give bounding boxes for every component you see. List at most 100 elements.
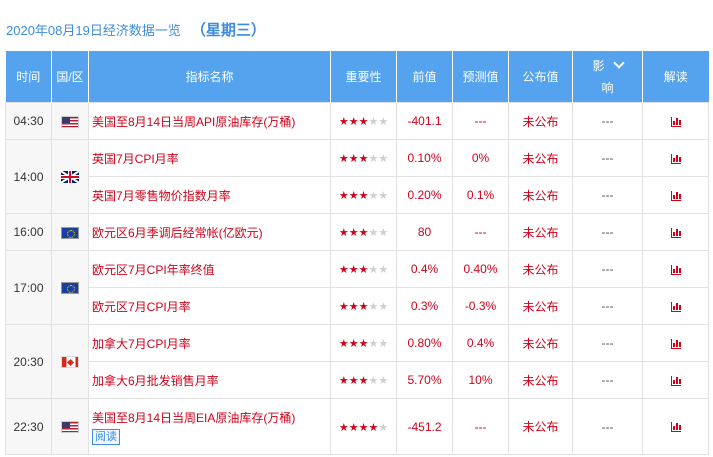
chart-icon[interactable]	[670, 422, 681, 433]
col-importance: 重要性	[330, 51, 397, 103]
chevron-down-icon[interactable]	[612, 56, 625, 69]
star-empty-icon: ★	[378, 153, 389, 165]
chart-icon[interactable]	[670, 375, 681, 386]
star-filled-icon: ★	[358, 301, 369, 313]
indicator-name[interactable]: 欧元区7月CPI月率	[88, 287, 331, 325]
impact-label-bottom: 响	[601, 80, 614, 95]
star-filled-icon: ★	[348, 153, 359, 165]
time-cell: 16:00	[5, 213, 52, 251]
chart-icon[interactable]	[670, 338, 681, 349]
indicator-name[interactable]: 加拿大6月批发销售月率	[88, 361, 331, 399]
impact-value: ---	[572, 250, 643, 288]
indicator-name[interactable]: 欧元区7月CPI年率终值	[88, 250, 331, 288]
weekday-label: （星期三）	[190, 22, 266, 39]
chart-icon[interactable]	[670, 227, 681, 238]
chart-icon[interactable]	[670, 264, 681, 275]
star-filled-icon: ★	[348, 375, 359, 387]
col-region: 国/区	[51, 51, 89, 103]
time-cell: 04:30	[5, 102, 52, 140]
star-empty-icon: ★	[378, 338, 389, 350]
importance-stars: ★★★★★	[330, 176, 397, 214]
table-row[interactable]: 英国7月零售物价指数月率 ★★★★★ 0.20% 0.1% 未公布 ---	[6, 176, 709, 214]
importance-stars: ★★★★★	[330, 287, 397, 325]
indicator-name[interactable]: 美国至8月14日当周API原油库存(万桶)	[88, 102, 331, 140]
star-filled-icon: ★	[348, 421, 359, 434]
star-filled-icon: ★	[338, 190, 349, 202]
indicator-name[interactable]: 美国至8月14日当周EIA原油库存(万桶)	[92, 409, 330, 426]
importance-stars: ★★★★★	[330, 361, 397, 399]
impact-label-top: 影	[592, 58, 605, 73]
previous-value: 80	[396, 213, 453, 251]
star-filled-icon: ★	[358, 190, 369, 202]
star-filled-icon: ★	[368, 421, 379, 434]
previous-value: 0.10%	[396, 139, 453, 177]
star-filled-icon: ★	[338, 227, 349, 239]
table-row[interactable]: 14:00 英国7月CPI月率 ★★★★★ 0.10% 0% 未公布 ---	[5, 139, 709, 214]
indicator-name[interactable]: 英国7月零售物价指数月率	[88, 176, 331, 214]
indicator-name[interactable]: 英国7月CPI月率	[88, 139, 331, 177]
forecast-value: ---	[452, 398, 509, 455]
star-empty-icon: ★	[368, 153, 379, 165]
table-row[interactable]: 加拿大6月批发销售月率 ★★★★★ 5.70% 10% 未公布 ---	[6, 361, 709, 399]
star-filled-icon: ★	[338, 153, 349, 165]
table-row[interactable]: 16:00 欧元区6月季调后经常帐(亿欧元) ★★★★★ 80 --- 未公布 …	[5, 213, 709, 251]
table-row[interactable]: 欧元区7月CPI月率 ★★★★★ 0.3% -0.3% 未公布 ---	[6, 287, 709, 325]
star-empty-icon: ★	[368, 227, 379, 239]
col-actual: 公布值	[508, 51, 573, 103]
page-title: 2020年08月19日经济数据一览 （星期三）	[6, 20, 266, 42]
star-filled-icon: ★	[348, 338, 359, 350]
col-forecast: 预测值	[452, 51, 509, 103]
star-filled-icon: ★	[358, 338, 369, 350]
importance-stars: ★★★★★	[330, 398, 397, 455]
impact-value: ---	[572, 324, 643, 362]
star-filled-icon: ★	[358, 153, 369, 165]
chart-icon[interactable]	[670, 301, 681, 312]
time-cell: 17:00	[5, 250, 52, 325]
star-filled-icon: ★	[358, 421, 369, 434]
forecast-value: ---	[452, 213, 509, 251]
col-time: 时间	[5, 51, 52, 103]
col-indicator: 指标名称	[88, 51, 331, 103]
star-empty-icon: ★	[368, 301, 379, 313]
table-row[interactable]: 17:00 欧元区7月CPI年率终值 ★★★★★ 0.4% 0.40% 未公布 …	[5, 250, 709, 325]
forecast-value: 0%	[452, 139, 509, 177]
previous-value: -451.2	[396, 398, 453, 455]
star-empty-icon: ★	[378, 264, 389, 276]
impact-value: ---	[572, 287, 643, 325]
star-filled-icon: ★	[338, 338, 349, 350]
star-filled-icon: ★	[348, 301, 359, 313]
chart-icon[interactable]	[670, 116, 681, 127]
forecast-value: 0.1%	[452, 176, 509, 214]
star-empty-icon: ★	[368, 264, 379, 276]
star-filled-icon: ★	[338, 375, 349, 387]
col-impact[interactable]: 影响	[572, 51, 643, 103]
actual-value: 未公布	[508, 398, 573, 455]
importance-stars: ★★★★★	[330, 102, 397, 140]
table-row[interactable]: 20:30 加拿大7月CPI月率 ★★★★★ 0.80% 0.4% 未公布 --…	[5, 324, 709, 399]
star-empty-icon: ★	[368, 375, 379, 387]
actual-value: 未公布	[508, 176, 573, 214]
forecast-value: 0.40%	[452, 250, 509, 288]
previous-value: 5.70%	[396, 361, 453, 399]
star-filled-icon: ★	[358, 375, 369, 387]
forecast-value: -0.3%	[452, 287, 509, 325]
impact-value: ---	[572, 139, 643, 177]
us-flag-icon	[61, 421, 79, 434]
star-filled-icon: ★	[338, 264, 349, 276]
read-tag-button[interactable]: 阅读	[92, 428, 120, 445]
actual-value: 未公布	[508, 361, 573, 399]
table-row[interactable]: 04:30 美国至8月14日当周API原油库存(万桶) ★★★★★ -401.1…	[5, 102, 709, 140]
chart-icon[interactable]	[670, 190, 681, 201]
table-row[interactable]: 22:30 美国至8月14日当周EIA原油库存(万桶) 阅读 ★★★★★ -45…	[5, 398, 709, 455]
date-title: 2020年08月19日经济数据一览	[6, 23, 181, 38]
col-previous: 前值	[396, 51, 453, 103]
chart-icon[interactable]	[670, 153, 681, 164]
indicator-name[interactable]: 加拿大7月CPI月率	[88, 324, 331, 362]
importance-stars: ★★★★★	[330, 250, 397, 288]
indicator-name[interactable]: 欧元区6月季调后经常帐(亿欧元)	[88, 213, 331, 251]
star-filled-icon: ★	[348, 116, 359, 128]
importance-stars: ★★★★★	[330, 213, 397, 251]
importance-stars: ★★★★★	[330, 324, 397, 362]
impact-value: ---	[572, 213, 643, 251]
eu-flag-icon	[61, 226, 79, 239]
